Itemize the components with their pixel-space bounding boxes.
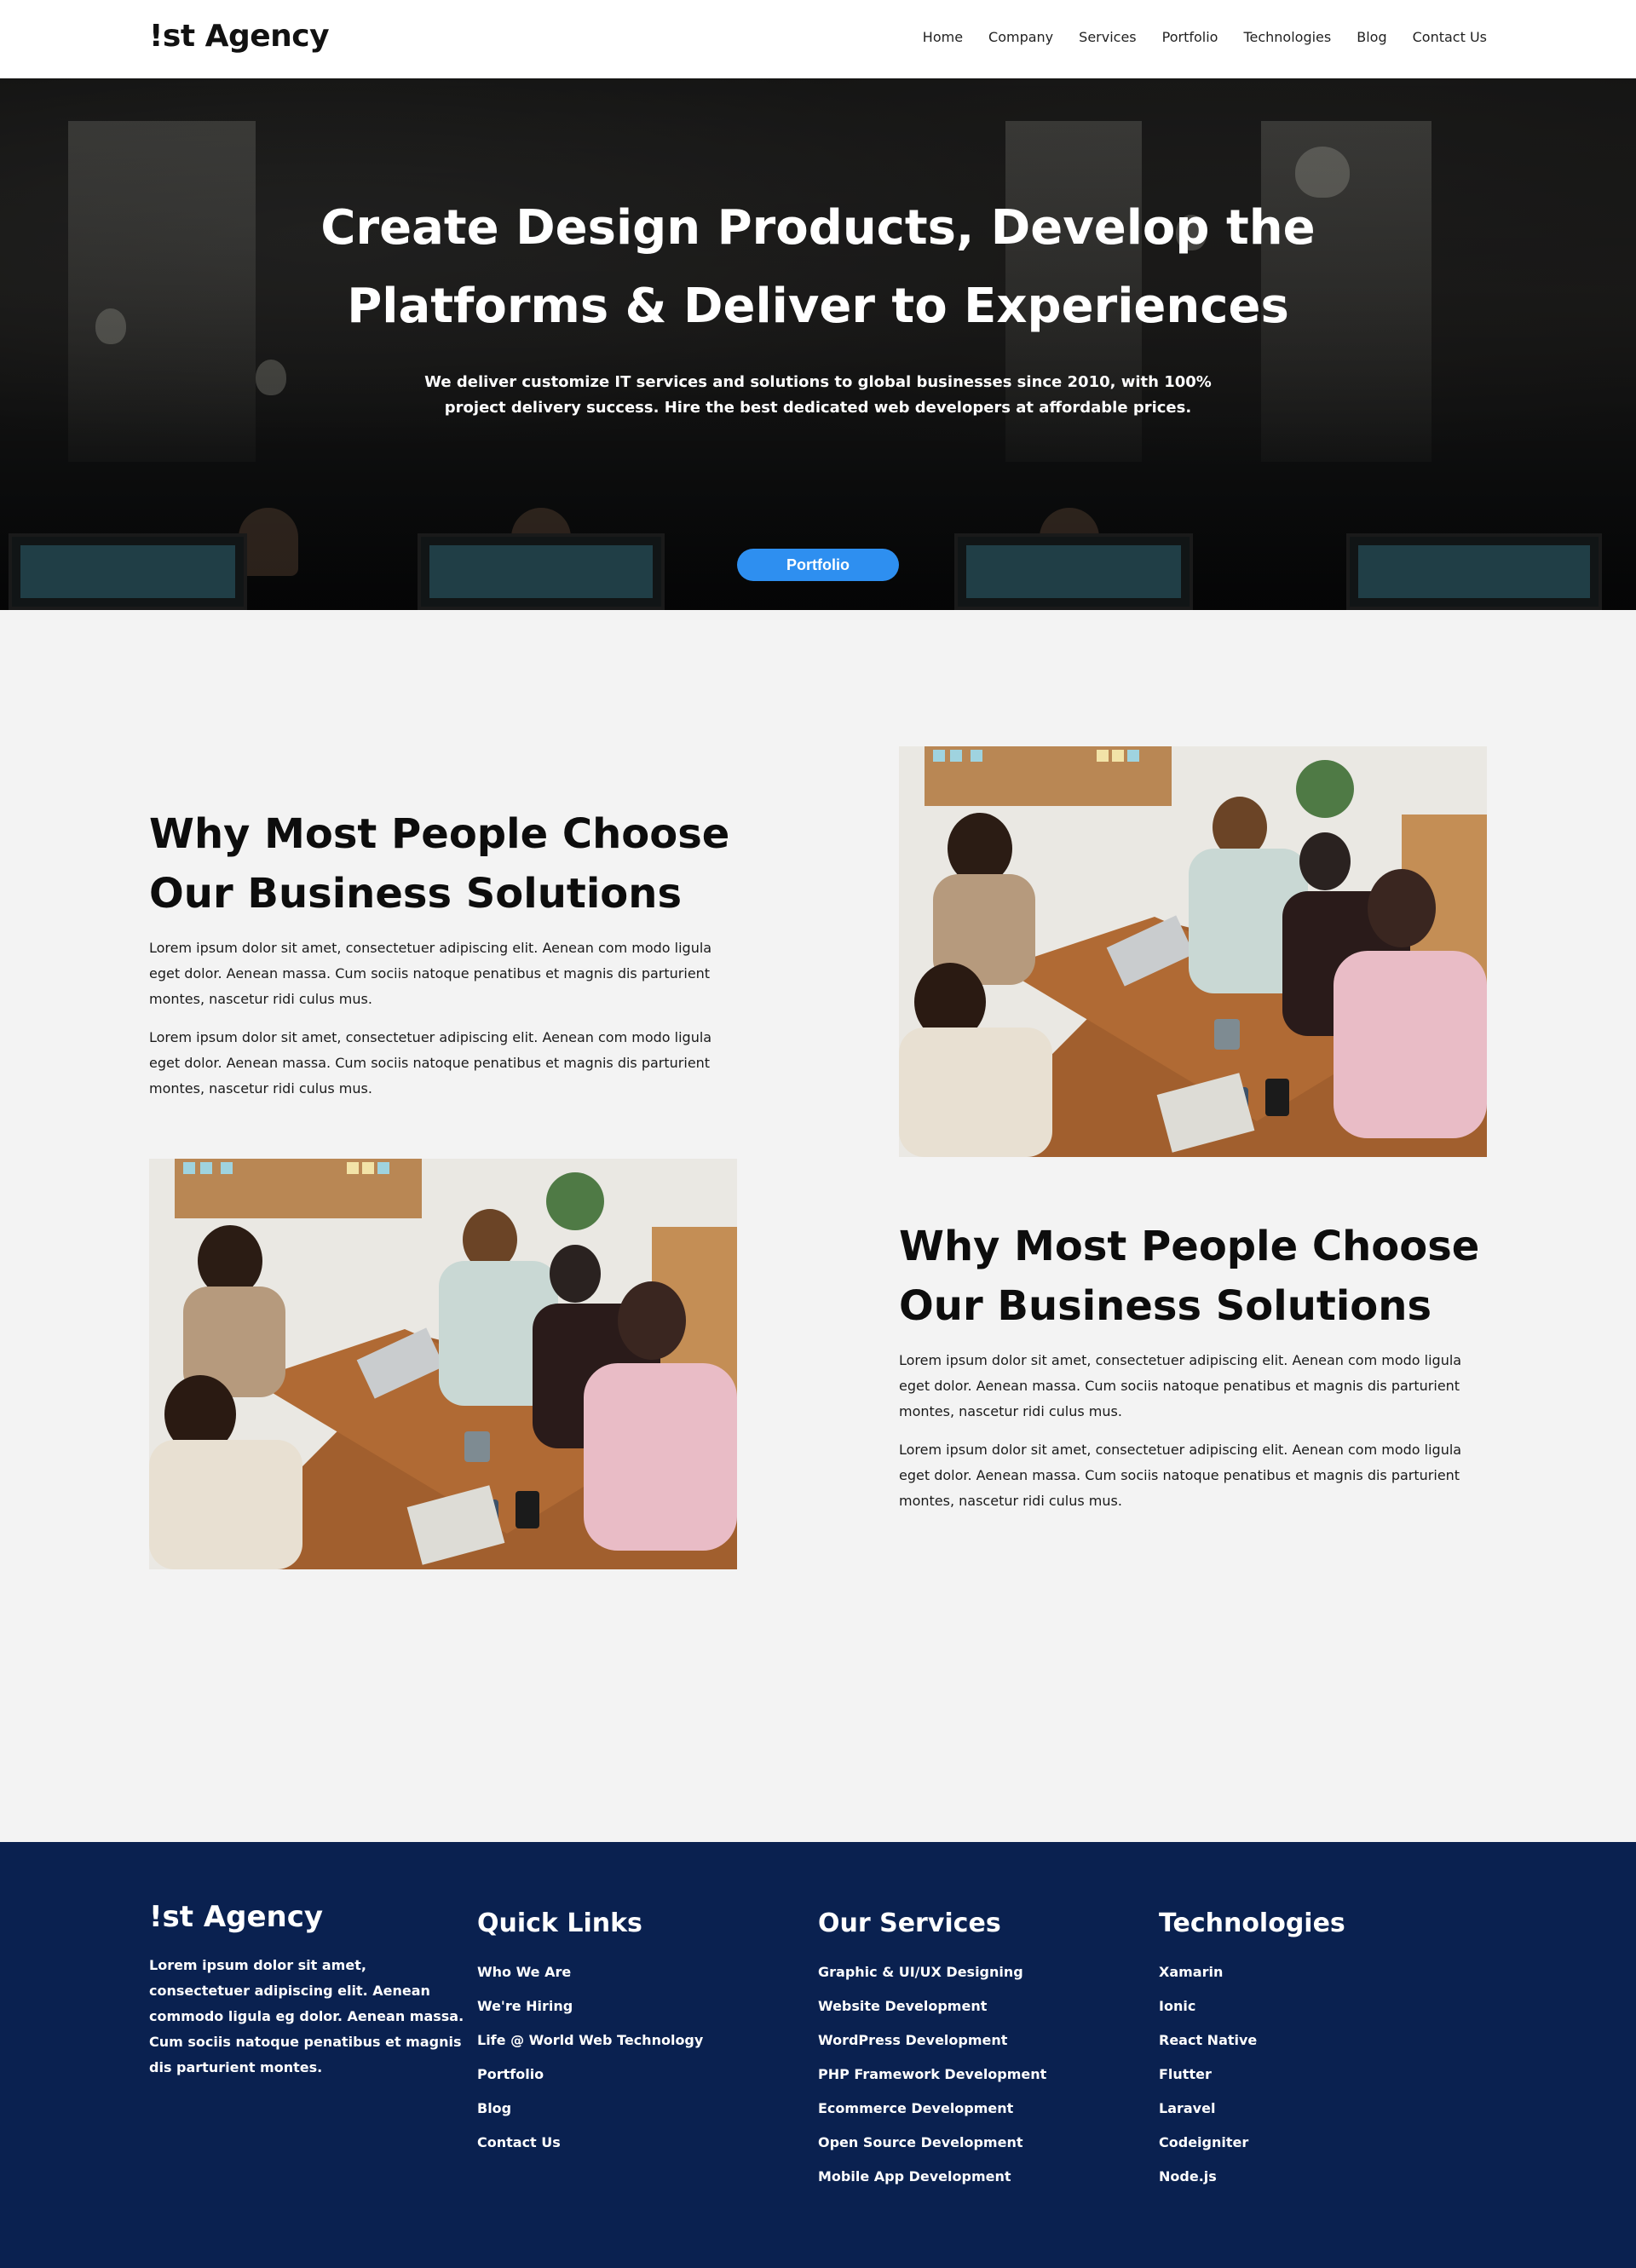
hero-bg-monitor	[954, 533, 1193, 610]
nav-blog[interactable]: Blog	[1357, 29, 1386, 45]
hero-bg-monitor	[418, 533, 665, 610]
team-meeting-image	[149, 1159, 737, 1569]
section-paragraph: Lorem ipsum dolor sit amet, consectetuer…	[899, 1352, 1462, 1419]
hero-subtitle-line2: project delivery success. Hire the best …	[444, 399, 1192, 417]
footer-link-portfolio[interactable]: Portfolio	[477, 2058, 703, 2092]
section-paragraph: Lorem ipsum dolor sit amet, consectetuer…	[149, 1029, 712, 1097]
hero-banner: Create Design Products, Develop the Plat…	[0, 78, 1636, 610]
hero-subtitle: We deliver customize IT services and sol…	[0, 370, 1636, 421]
hero-bg-monitor	[9, 533, 247, 610]
footer-service-link[interactable]: Mobile App Development	[818, 2160, 1046, 2194]
footer-tech-link[interactable]: Xamarin	[1159, 1955, 1345, 1989]
portfolio-button[interactable]: Portfolio	[737, 549, 899, 581]
hero-title-line2: Platforms & Deliver to Experiences	[347, 279, 1289, 334]
footer-link-blog[interactable]: Blog	[477, 2092, 703, 2126]
hero-subtitle-line1: We deliver customize IT services and sol…	[424, 373, 1212, 391]
section-heading: Why Most People Choose Our Business Solu…	[899, 1217, 1495, 1336]
footer-tech-link[interactable]: React Native	[1159, 2023, 1345, 2058]
hero-title-line1: Create Design Products, Develop the	[320, 200, 1316, 256]
nav-company[interactable]: Company	[988, 29, 1053, 45]
team-meeting-illustration	[899, 746, 1487, 1157]
section-heading-line2: Our Business Solutions	[149, 870, 683, 918]
footer-technologies-title: Technologies	[1159, 1908, 1345, 1938]
section-heading-line1: Why Most People Choose	[899, 1223, 1480, 1270]
footer-link-who-we-are[interactable]: Who We Are	[477, 1955, 703, 1989]
nav-contact-us[interactable]: Contact Us	[1413, 29, 1487, 45]
footer-about-text: Lorem ipsum dolor sit amet, consectetuer…	[149, 1957, 464, 2075]
footer-tech-link[interactable]: Flutter	[1159, 2058, 1345, 2092]
team-meeting-illustration	[149, 1159, 737, 1569]
site-footer: !st Agency Lorem ipsum dolor sit amet, c…	[0, 1842, 1636, 2268]
section-heading-line1: Why Most People Choose	[149, 810, 730, 858]
footer-service-link[interactable]: Ecommerce Development	[818, 2092, 1046, 2126]
footer-services-title: Our Services	[818, 1908, 1001, 1938]
hero-bg-person	[239, 508, 298, 576]
footer-tech-link[interactable]: Codeigniter	[1159, 2126, 1345, 2160]
footer-link-contact[interactable]: Contact Us	[477, 2126, 703, 2160]
footer-service-link[interactable]: Open Source Development	[818, 2126, 1046, 2160]
business-solutions-section-1: Why Most People Choose Our Business Solu…	[0, 610, 1636, 1159]
footer-service-link[interactable]: Graphic & UI/UX Designing	[818, 1955, 1046, 1989]
footer-link-hiring[interactable]: We're Hiring	[477, 1989, 703, 2023]
footer-technologies: Technologies Xamarin Ionic React Native …	[1159, 1908, 1345, 2194]
footer-service-link[interactable]: WordPress Development	[818, 2023, 1046, 2058]
hero-title: Create Design Products, Develop the Plat…	[0, 189, 1636, 346]
site-logo[interactable]: !st Agency	[149, 19, 330, 54]
footer-services: Our Services Graphic & UI/UX Designing W…	[818, 1908, 1046, 2194]
site-header: !st Agency Home Company Services Portfol…	[0, 0, 1636, 78]
business-solutions-section-2: Why Most People Choose Our Business Solu…	[0, 1159, 1636, 1707]
nav-technologies[interactable]: Technologies	[1243, 29, 1331, 45]
footer-logo[interactable]: !st Agency	[149, 1900, 323, 1934]
team-meeting-image	[899, 746, 1487, 1157]
nav-services[interactable]: Services	[1079, 29, 1136, 45]
nav-portfolio[interactable]: Portfolio	[1162, 29, 1218, 45]
section-heading-line2: Our Business Solutions	[899, 1282, 1432, 1330]
footer-quick-links-title: Quick Links	[477, 1908, 642, 1938]
footer-tech-link[interactable]: Node.js	[1159, 2160, 1345, 2194]
footer-tech-link[interactable]: Ionic	[1159, 1989, 1345, 2023]
section-paragraph: Lorem ipsum dolor sit amet, consectetuer…	[149, 940, 712, 1007]
hero-bg-monitor	[1346, 533, 1602, 610]
main-nav: Home Company Services Portfolio Technolo…	[923, 29, 1487, 45]
section-heading: Why Most People Choose Our Business Solu…	[149, 804, 746, 924]
footer-service-link[interactable]: PHP Framework Development	[818, 2058, 1046, 2092]
footer-link-life[interactable]: Life @ World Web Technology	[477, 2023, 703, 2058]
footer-quick-links: Quick Links Who We Are We're Hiring Life…	[477, 1908, 703, 2160]
footer-tech-link[interactable]: Laravel	[1159, 2092, 1345, 2126]
footer-service-link[interactable]: Website Development	[818, 1989, 1046, 2023]
section-paragraph: Lorem ipsum dolor sit amet, consectetuer…	[899, 1442, 1462, 1509]
nav-home[interactable]: Home	[923, 29, 963, 45]
